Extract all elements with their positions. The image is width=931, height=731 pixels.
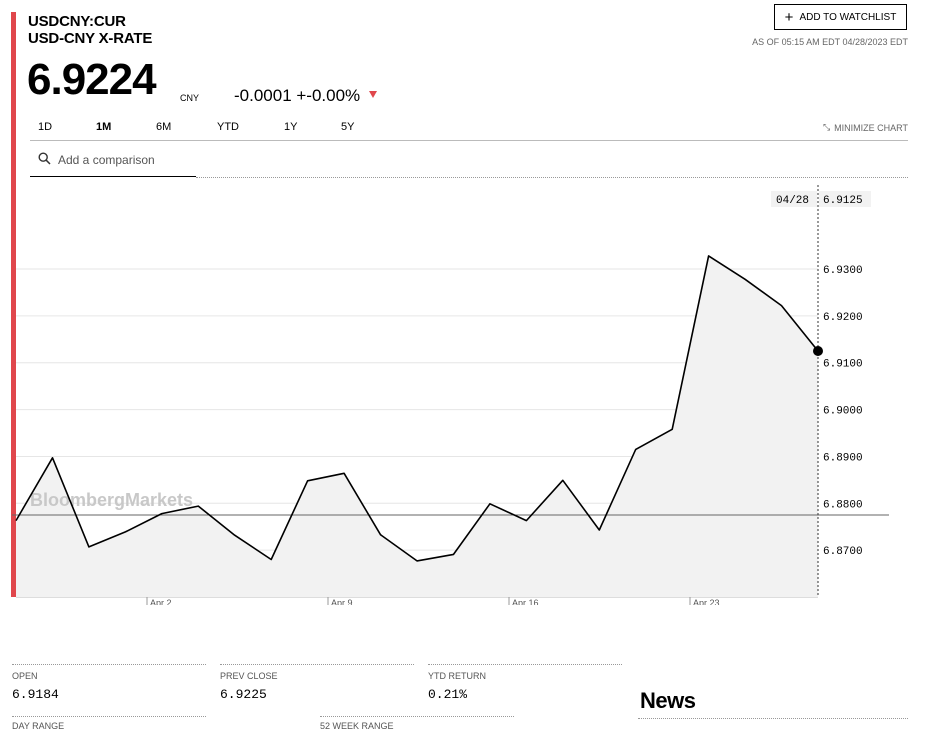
x-tick-label: Apr 23 — [693, 598, 720, 605]
plus-icon: + — [784, 8, 794, 26]
add-to-watchlist-button[interactable]: + ADD TO WATCHLIST — [774, 4, 907, 30]
tab-ytd[interactable]: YTD — [217, 121, 239, 133]
y-tick-label: 6.9100 — [823, 359, 863, 371]
prev-close-value: 6.9225 — [220, 687, 267, 702]
stat-rule — [428, 664, 622, 665]
minimize-icon: ⤡ — [822, 122, 831, 132]
x-tick-label: Apr 9 — [331, 598, 353, 605]
x-tick-label: Apr 2 — [150, 598, 172, 605]
chart-top-divider — [196, 177, 908, 178]
52-week-range-label: 52 WEEK RANGE — [320, 721, 394, 731]
stat-rule — [12, 716, 206, 717]
x-tick-label: Apr 16 — [512, 598, 539, 605]
open-value: 6.9184 — [12, 687, 59, 702]
news-heading: News — [640, 688, 696, 713]
bloomberg-watermark: BloombergMarkets — [30, 490, 193, 510]
day-range-label: DAY RANGE — [12, 721, 65, 731]
current-point-marker — [813, 346, 823, 357]
news-rule — [638, 718, 908, 719]
price-change: -0.0001 +-0.00% — [234, 86, 361, 105]
stat-rule — [12, 664, 206, 665]
add-to-watchlist-label: ADD TO WATCHLIST — [799, 11, 897, 23]
minimize-chart-button[interactable]: ⤡ MINIMIZE CHART — [823, 122, 908, 133]
add-comparison-input[interactable]: Add a comparison — [58, 153, 155, 167]
stat-rule — [320, 716, 514, 717]
minimize-chart-label: MINIMIZE CHART — [834, 122, 908, 133]
down-arrow-icon — [369, 91, 377, 98]
tab-1d[interactable]: 1D — [38, 121, 52, 133]
search-icon — [38, 152, 51, 170]
price-chart[interactable]: BloombergMarkets 6.9300 6.9200 6.9100 6.900… — [0, 180, 931, 605]
y-tick-label: 6.9200 — [823, 312, 863, 324]
currency-label: CNY — [180, 93, 200, 103]
y-tick-label: 6.8800 — [823, 499, 863, 511]
prev-close-label: PREV CLOSE — [220, 671, 278, 681]
tab-5y[interactable]: 5Y — [341, 121, 354, 133]
y-tick-label: 6.9000 — [823, 406, 863, 418]
stat-rule — [220, 664, 414, 665]
y-tick-label: 6.8900 — [823, 452, 863, 464]
open-label: OPEN — [12, 671, 38, 681]
y-tick-label: 6.9300 — [823, 265, 863, 277]
price: 6.9224 — [27, 55, 157, 104]
y-tick-label: 6.8700 — [823, 546, 863, 558]
hover-value-label: 6.9125 — [823, 195, 863, 207]
tabs-divider — [30, 140, 908, 141]
tab-6m[interactable]: 6M — [156, 121, 171, 133]
tab-1y[interactable]: 1Y — [284, 121, 297, 133]
ytd-return-value: 0.21% — [428, 687, 468, 702]
hover-date-label: 04/28 — [776, 195, 809, 207]
as-of-timestamp: AS OF 05:15 AM EDT 04/28/2023 EDT — [752, 37, 908, 47]
tab-1m[interactable]: 1M — [96, 121, 111, 133]
ticker-symbol: USDCNY:CUR — [28, 13, 126, 30]
ytd-return-label: YTD RETURN — [428, 671, 486, 681]
instrument-name: USD-CNY X-RATE — [28, 30, 153, 47]
comparison-underline — [30, 176, 196, 177]
